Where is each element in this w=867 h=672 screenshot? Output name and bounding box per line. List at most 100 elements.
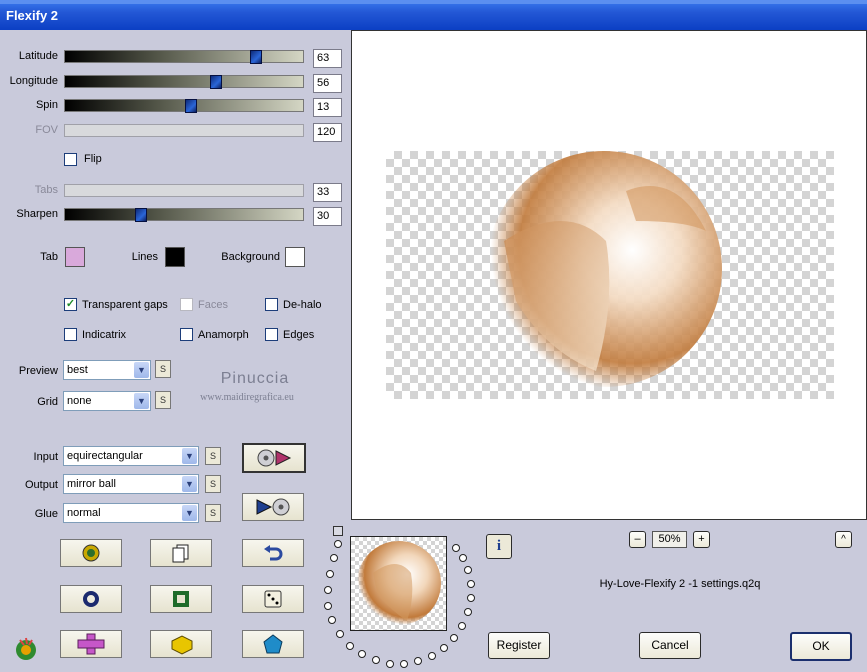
plus-shape-icon (77, 633, 105, 655)
collapse-up-button[interactable]: ^ (835, 531, 852, 548)
de-halo-label: De-halo (283, 299, 322, 311)
output-select[interactable]: mirror ball ▼ (63, 474, 199, 494)
cancel-button[interactable]: Cancel (639, 632, 701, 659)
register-button[interactable]: Register (488, 632, 550, 659)
anamorph-label: Anamorph (198, 329, 249, 341)
spin-value[interactable]: 13 (313, 98, 342, 117)
preview-label: Preview (18, 365, 58, 377)
square-button[interactable] (150, 585, 212, 613)
fov-slider[interactable] (64, 124, 304, 137)
latitude-value[interactable]: 63 (313, 49, 342, 68)
tab-color-label: Tab (40, 251, 58, 263)
mirror-ball-preview (486, 151, 722, 387)
logo (12, 634, 40, 665)
title-bar: Flexify 2 (0, 0, 867, 30)
glue-label: Glue (34, 508, 58, 520)
grid-select[interactable]: none ▼ (63, 391, 151, 411)
de-halo-checkbox[interactable] (265, 298, 278, 311)
faces-checkbox[interactable] (180, 298, 193, 311)
background-color-swatch[interactable] (285, 247, 305, 267)
info-button[interactable]: i (486, 534, 512, 559)
chevron-down-icon[interactable]: ▼ (182, 448, 197, 464)
zoom-in-button[interactable]: + (693, 531, 710, 548)
sharpen-value[interactable]: 30 (313, 207, 342, 226)
latitude-thumb[interactable] (250, 50, 262, 64)
square-icon (173, 591, 189, 607)
fov-value[interactable]: 120 (313, 123, 342, 142)
chevron-down-icon[interactable]: ▼ (134, 393, 149, 409)
preview-canvas (351, 30, 867, 520)
preview-s-button[interactable]: S (155, 360, 171, 378)
thumbnail-ball (357, 541, 441, 625)
edges-checkbox[interactable] (265, 328, 278, 341)
longitude-slider[interactable] (64, 75, 304, 89)
background-color-label: Background (221, 251, 280, 263)
sharpen-thumb[interactable] (135, 208, 147, 222)
play-forward-button[interactable] (242, 443, 306, 473)
spin-slider[interactable] (64, 99, 304, 113)
undo-button[interactable] (242, 539, 304, 567)
grid-label: Grid (37, 396, 58, 408)
play-back-button[interactable] (242, 493, 304, 521)
play-back-icon (256, 498, 290, 516)
ring-button[interactable] (60, 585, 122, 613)
controls-panel: Latitude 63 Longitude 56 Spin 13 FOV 120… (0, 30, 350, 672)
zoom-out-button[interactable]: – (629, 531, 646, 548)
pentagon-button[interactable] (242, 630, 304, 658)
chevron-down-icon[interactable]: ▼ (182, 476, 197, 492)
preview-select[interactable]: best ▼ (63, 360, 151, 380)
sharpen-slider[interactable] (64, 208, 304, 222)
info-icon: i (496, 538, 502, 554)
settings-filename: Hy-Love-Flexify 2 -1 settings.q2q (599, 578, 761, 590)
tab-color-swatch[interactable] (65, 247, 85, 267)
transparent-gaps-checkbox[interactable]: ✓ (64, 298, 77, 311)
lines-color-swatch[interactable] (165, 247, 185, 267)
chevron-down-icon[interactable]: ▼ (182, 505, 197, 521)
faces-label: Faces (198, 299, 228, 311)
glue-s-button[interactable]: S (205, 504, 221, 522)
sharpen-label: Sharpen (16, 208, 58, 220)
spin-thumb[interactable] (185, 99, 197, 113)
preview-value: best (67, 364, 88, 376)
brick-button[interactable] (150, 630, 212, 658)
input-label: Input (33, 451, 58, 463)
copy-button[interactable] (150, 539, 212, 567)
grid-s-button[interactable]: S (155, 391, 171, 409)
ring-icon (83, 591, 99, 607)
lines-color-label: Lines (131, 251, 158, 263)
indicatrix-label: Indicatrix (82, 329, 127, 341)
transparency-checkerboard (386, 151, 834, 399)
longitude-thumb[interactable] (210, 75, 222, 89)
transparent-gaps-label: Transparent gaps (82, 299, 168, 311)
thumbnail-preview[interactable] (350, 536, 447, 631)
plus-shape-button[interactable] (60, 630, 122, 658)
flip-label: Flip (84, 153, 102, 165)
latitude-slider[interactable] (64, 50, 304, 64)
anamorph-checkbox[interactable] (180, 328, 193, 341)
title-top-strip (0, 0, 867, 4)
input-value: equirectangular (67, 450, 143, 462)
input-s-button[interactable]: S (205, 447, 221, 465)
fov-label: FOV (35, 124, 58, 136)
output-s-button[interactable]: S (205, 475, 221, 493)
watermark-url: www.maidiregrafica.eu (200, 392, 294, 403)
indicatrix-checkbox[interactable] (64, 328, 77, 341)
longitude-value[interactable]: 56 (313, 74, 342, 93)
tabs-label: Tabs (34, 184, 58, 196)
flip-checkbox[interactable] (64, 153, 77, 166)
spin-label: Spin (35, 99, 58, 111)
randomize-button[interactable] (60, 539, 122, 567)
dice-button[interactable] (242, 585, 304, 613)
longitude-label: Longitude (9, 75, 58, 87)
play-forward-icon (257, 449, 292, 467)
chevron-down-icon[interactable]: ▼ (134, 362, 149, 378)
ok-button[interactable]: OK (790, 632, 852, 661)
tabs-value[interactable]: 33 (313, 183, 342, 202)
tabs-slider[interactable] (64, 184, 304, 197)
undo-icon (264, 545, 283, 561)
pentagon-icon (263, 634, 283, 654)
brick-icon (171, 635, 193, 655)
input-select[interactable]: equirectangular ▼ (63, 446, 199, 466)
glue-select[interactable]: normal ▼ (63, 503, 199, 523)
output-value: mirror ball (67, 478, 116, 490)
